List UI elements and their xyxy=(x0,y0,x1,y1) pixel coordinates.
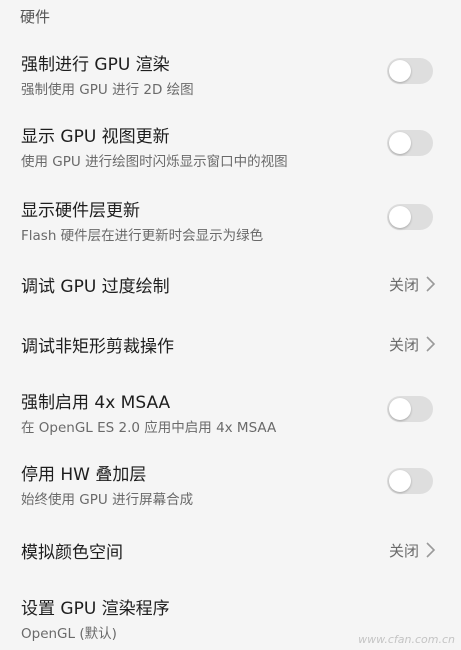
setting-value: 关闭 xyxy=(388,276,419,294)
setting-title: 显示硬件层更新 xyxy=(21,201,140,221)
setting-title: 设置 GPU 渲染程序 xyxy=(21,599,170,619)
setting-subtitle: 使用 GPU 进行绘图时闪烁显示窗口中的视图 xyxy=(21,154,288,170)
setting-subtitle: OpenGL (默认) xyxy=(21,626,117,642)
setting-force-gpu-rendering[interactable]: 强制进行 GPU 渲染 强制使用 GPU 进行 2D 绘图 xyxy=(0,40,461,102)
setting-show-hardware-layer-updates[interactable]: 显示硬件层更新 Flash 硬件层在进行更新时会显示为绿色 xyxy=(0,186,461,248)
setting-subtitle: 在 OpenGL ES 2.0 应用中启用 4x MSAA xyxy=(21,420,277,436)
force-4x-msaa-toggle[interactable] xyxy=(387,396,433,422)
toggle-knob xyxy=(389,206,411,228)
setting-subtitle: Flash 硬件层在进行更新时会显示为绿色 xyxy=(21,228,264,244)
setting-simulate-color-space[interactable]: 模拟颜色空间 关闭 xyxy=(0,528,461,572)
show-hardware-layer-updates-toggle[interactable] xyxy=(387,204,433,230)
chevron-right-icon xyxy=(426,542,436,558)
setting-title: 停用 HW 叠加层 xyxy=(21,465,147,485)
setting-title: 强制启用 4x MSAA xyxy=(21,393,171,413)
chevron-right-icon xyxy=(426,336,436,352)
toggle-knob xyxy=(389,132,411,154)
setting-title: 强制进行 GPU 渲染 xyxy=(21,55,170,75)
setting-title: 调试 GPU 过度绘制 xyxy=(21,277,170,297)
section-header: 硬件 xyxy=(20,8,51,26)
setting-subtitle: 强制使用 GPU 进行 2D 绘图 xyxy=(21,82,194,98)
setting-subtitle: 始终使用 GPU 进行屏幕合成 xyxy=(21,492,194,508)
setting-value: 关闭 xyxy=(388,542,419,560)
force-gpu-rendering-toggle[interactable] xyxy=(387,58,433,84)
setting-title: 显示 GPU 视图更新 xyxy=(21,127,170,147)
toggle-knob xyxy=(389,398,411,420)
toggle-knob xyxy=(389,60,411,82)
setting-debug-gpu-overdraw[interactable]: 调试 GPU 过度绘制 关闭 xyxy=(0,262,461,306)
show-gpu-view-updates-toggle[interactable] xyxy=(387,130,433,156)
setting-title: 模拟颜色空间 xyxy=(21,543,123,563)
watermark: www.cfan.com.cn xyxy=(358,633,455,646)
setting-show-gpu-view-updates[interactable]: 显示 GPU 视图更新 使用 GPU 进行绘图时闪烁显示窗口中的视图 xyxy=(0,112,461,174)
toggle-knob xyxy=(389,470,411,492)
setting-value: 关闭 xyxy=(388,336,419,354)
setting-disable-hw-overlays[interactable]: 停用 HW 叠加层 始终使用 GPU 进行屏幕合成 xyxy=(0,450,461,512)
setting-debug-non-rect-clip[interactable]: 调试非矩形剪裁操作 关闭 xyxy=(0,322,461,366)
disable-hw-overlays-toggle[interactable] xyxy=(387,468,433,494)
setting-title: 调试非矩形剪裁操作 xyxy=(21,337,174,357)
setting-force-4x-msaa[interactable]: 强制启用 4x MSAA 在 OpenGL ES 2.0 应用中启用 4x MS… xyxy=(0,378,461,440)
chevron-right-icon xyxy=(426,276,436,292)
